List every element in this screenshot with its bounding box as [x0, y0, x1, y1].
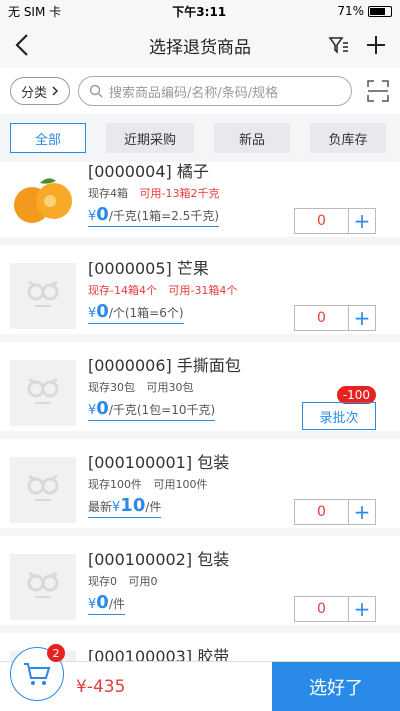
product-name: [0000004] 橘子	[88, 162, 209, 181]
product-image-placeholder	[10, 263, 76, 329]
stock-info: 现存0 可用0	[88, 573, 158, 589]
category-button[interactable]: 分类	[10, 77, 71, 105]
product-image-placeholder	[10, 554, 76, 620]
tab-negative-stock[interactable]: 负库存	[310, 123, 386, 153]
quantity-stepper: 0 +	[294, 596, 376, 622]
pack-info: (1箱=2.5千克)	[136, 209, 219, 223]
done-button[interactable]: 选好了	[272, 662, 400, 711]
price-unit: /千克	[108, 209, 137, 223]
stock-info: 现存100件 可用100件	[88, 476, 208, 492]
stock-info: 现存-14箱4个 可用-31箱4个	[88, 282, 237, 298]
owl-placeholder-icon	[27, 571, 59, 598]
price[interactable]: ¥0/千克(1包=10千克)	[88, 398, 216, 421]
stock-info: 现存30包 可用30包	[88, 379, 194, 395]
available-label: 可用30包	[146, 381, 194, 394]
price[interactable]: 最新¥10/件	[88, 495, 162, 518]
stock-info: 现存4箱 可用-13箱2千克	[88, 185, 219, 201]
status-bar: 无 SIM 卡 下午3:11 71%	[0, 0, 400, 22]
category-label: 分类	[21, 85, 48, 101]
product-name: [000100001] 包装	[88, 453, 230, 472]
available-label: 可用0	[128, 575, 158, 588]
price-prefix: 最新	[88, 500, 113, 514]
stock-label: 现存30包	[88, 381, 135, 394]
product-image-placeholder	[10, 457, 76, 523]
stock-label: 现存4箱	[88, 187, 128, 200]
increase-button[interactable]: +	[349, 597, 375, 621]
tab-new[interactable]: 新品	[214, 123, 290, 153]
carrier-text: 无 SIM 卡	[8, 4, 62, 19]
battery-icon	[367, 5, 392, 17]
available-label: 可用-31箱4个	[168, 284, 238, 297]
quantity-stepper: 0 +	[294, 499, 376, 525]
stock-label: 现存100件	[88, 478, 142, 491]
owl-placeholder-icon	[27, 280, 59, 307]
quantity-stepper: 0 +	[294, 305, 376, 331]
search-placeholder: 搜索商品编码/名称/条码/规格	[109, 85, 279, 101]
price-value: 0	[96, 592, 109, 613]
filter-icon[interactable]	[328, 34, 350, 56]
quantity-input[interactable]: 0	[295, 306, 349, 330]
total-amount: ¥-435	[76, 676, 126, 697]
owl-placeholder-icon	[27, 474, 59, 501]
list-item[interactable]: [0000006] 手撕面包 现存30包 可用30包 ¥0/千克(1包=10千克…	[0, 342, 400, 439]
pack-info: (1箱=6个)	[124, 306, 184, 320]
list-item[interactable]: [000100002] 包装 现存0 可用0 ¥0/件 0 +	[0, 536, 400, 633]
quantity-input[interactable]: 0	[295, 500, 349, 524]
price-value: 0	[96, 204, 109, 225]
price-value: 0	[96, 301, 109, 322]
tab-all[interactable]: 全部	[10, 123, 86, 153]
quantity-input[interactable]: 0	[295, 209, 349, 233]
product-name: [0000005] 芒果	[88, 259, 209, 278]
quantity-stepper: 0 +	[294, 208, 376, 234]
product-image-placeholder	[10, 360, 76, 426]
stock-label: 现存0	[88, 575, 117, 588]
clock: 下午3:11	[172, 4, 227, 19]
price-value: 0	[96, 398, 109, 419]
price-unit: /千克	[108, 403, 137, 417]
status-right: 71%	[337, 4, 392, 18]
price[interactable]: ¥0/千克(1箱=2.5千克)	[88, 204, 219, 227]
price[interactable]: ¥0/件	[88, 592, 125, 615]
filter-tabs: 全部 近期采购 新品 负库存	[0, 114, 400, 162]
search-row: 分类 搜索商品编码/名称/条码/规格	[0, 68, 400, 114]
battery-percent: 71%	[337, 4, 364, 18]
price-unit: /个	[108, 306, 125, 320]
list-item[interactable]: [000100001] 包装 现存100件 可用100件 最新¥10/件 0 +	[0, 439, 400, 536]
add-icon[interactable]	[364, 33, 388, 57]
list-item[interactable]: [0000004] 橘子 现存4箱 可用-13箱2千克 ¥0/千克(1箱=2.5…	[0, 162, 400, 245]
tab-recent-purchase[interactable]: 近期采购	[106, 123, 194, 153]
search-icon	[89, 84, 103, 98]
record-batch-button[interactable]: 录批次	[302, 402, 376, 430]
increase-button[interactable]: +	[349, 306, 375, 330]
product-name: [0000006] 手撕面包	[88, 356, 241, 375]
stock-label: 现存-14箱4个	[88, 284, 157, 297]
product-list: [0000004] 橘子 现存4箱 可用-13箱2千克 ¥0/千克(1箱=2.5…	[0, 162, 400, 661]
increase-button[interactable]: +	[349, 500, 375, 524]
price-unit: /件	[108, 597, 125, 611]
cart-icon	[24, 663, 51, 685]
product-image-orange	[10, 166, 76, 232]
cart-button[interactable]: 2	[10, 644, 65, 701]
owl-placeholder-icon	[27, 377, 59, 404]
price[interactable]: ¥0/个(1箱=6个)	[88, 301, 184, 324]
nav-bar: 选择退货商品	[0, 22, 400, 68]
price-value: 10	[120, 495, 146, 516]
product-name: [000100003] 胶带	[88, 647, 230, 661]
cart-count-badge: 2	[47, 644, 65, 662]
search-input[interactable]: 搜索商品编码/名称/条码/规格	[78, 76, 352, 106]
back-arrow-icon[interactable]	[10, 32, 36, 58]
chevron-right-icon	[52, 86, 59, 96]
product-name: [000100002] 包装	[88, 550, 230, 569]
increase-button[interactable]: +	[349, 209, 375, 233]
quantity-input[interactable]: 0	[295, 597, 349, 621]
available-label: 可用100件	[153, 478, 208, 491]
orange-image	[14, 178, 72, 223]
price-unit: /件	[145, 500, 162, 514]
available-label: 可用-13箱2千克	[139, 187, 220, 200]
pack-info: (1包=10千克)	[136, 403, 216, 417]
scan-icon[interactable]	[366, 79, 390, 103]
list-item[interactable]: [0000005] 芒果 现存-14箱4个 可用-31箱4个 ¥0/个(1箱=6…	[0, 245, 400, 342]
page-title: 选择退货商品	[149, 37, 251, 58]
